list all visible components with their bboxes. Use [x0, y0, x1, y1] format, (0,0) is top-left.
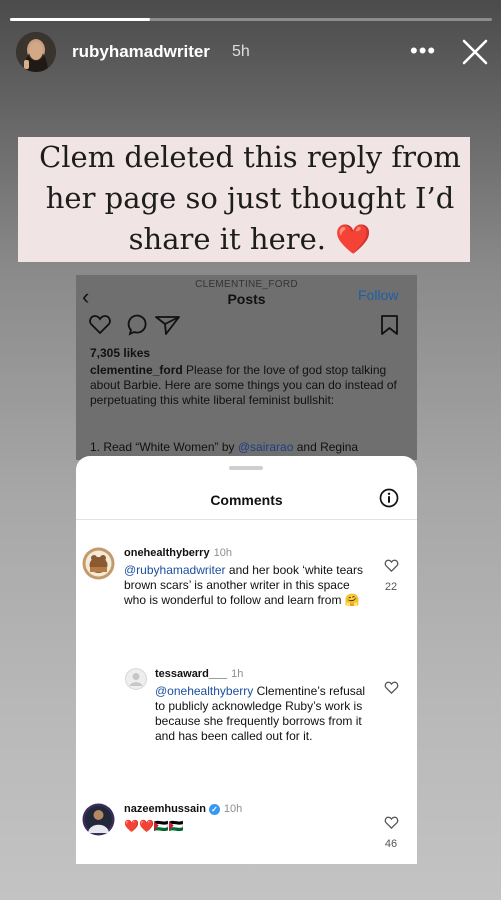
story-caption-text: Clem deleted this reply from her page so…	[39, 140, 461, 256]
bookmark-icon	[381, 315, 398, 335]
avatar[interactable]	[16, 32, 56, 72]
comment-time: 10h	[213, 547, 232, 559]
comment-avatar	[82, 547, 115, 580]
post-list-prefix: 1. Read “White Women” by	[90, 440, 238, 454]
comment-mention: @rubyhamadwriter	[124, 563, 226, 577]
sheet-divider	[76, 519, 417, 520]
share-icon	[155, 316, 180, 335]
follow-button: Follow	[358, 287, 399, 303]
comment-text: ❤️❤️🇵🇸🇵🇸	[124, 819, 184, 833]
story-time: 5h	[232, 43, 250, 60]
story-progress-fill	[10, 18, 150, 21]
comment-username: tessaward___ 1h	[155, 668, 244, 680]
comment-time: 1h	[231, 668, 244, 680]
post-likes: 7,305 likes	[90, 346, 151, 360]
story-username[interactable]: rubyhamadwriter	[72, 42, 210, 62]
post-list-suffix: and Regina	[293, 440, 359, 454]
post-caption: clementine_ford Please for the love of g…	[90, 363, 410, 408]
verified-icon: ✓	[208, 803, 220, 815]
comment-username: nazeemhussain ✓ 10h	[124, 803, 243, 815]
heart-icon	[89, 315, 111, 335]
comment-text: @rubyhamadwriter and her book ‘white tea…	[124, 563, 363, 607]
story-progress-track	[10, 18, 492, 21]
info-icon	[379, 488, 399, 508]
comment-mention: @onehealthyberry	[155, 684, 254, 698]
comment-username: onehealthyberry 10h	[124, 547, 232, 559]
sheet-drag-handle	[229, 466, 263, 470]
post-caption-user: clementine_ford	[90, 363, 183, 377]
comment-avatar	[82, 803, 115, 836]
post-action-icons	[88, 313, 408, 342]
heart-icon[interactable]	[384, 815, 399, 830]
like-count: 22	[384, 581, 398, 593]
comment-text: @onehealthyberry Clementine’s refusal to…	[155, 684, 366, 743]
comment-avatar	[125, 668, 147, 690]
like-count: 46	[384, 838, 398, 850]
more-options-icon[interactable]: •••	[410, 38, 436, 64]
comments-title: Comments	[210, 492, 283, 508]
comment-icon	[127, 314, 147, 336]
close-icon[interactable]	[461, 38, 489, 66]
comment-time: 10h	[223, 803, 243, 815]
heart-icon[interactable]	[384, 558, 399, 573]
heart-icon[interactable]	[384, 680, 399, 695]
post-list-item: 1. Read “White Women” by @sairarao and R…	[90, 440, 410, 454]
post-list-mention: @sairarao	[237, 440, 294, 454]
